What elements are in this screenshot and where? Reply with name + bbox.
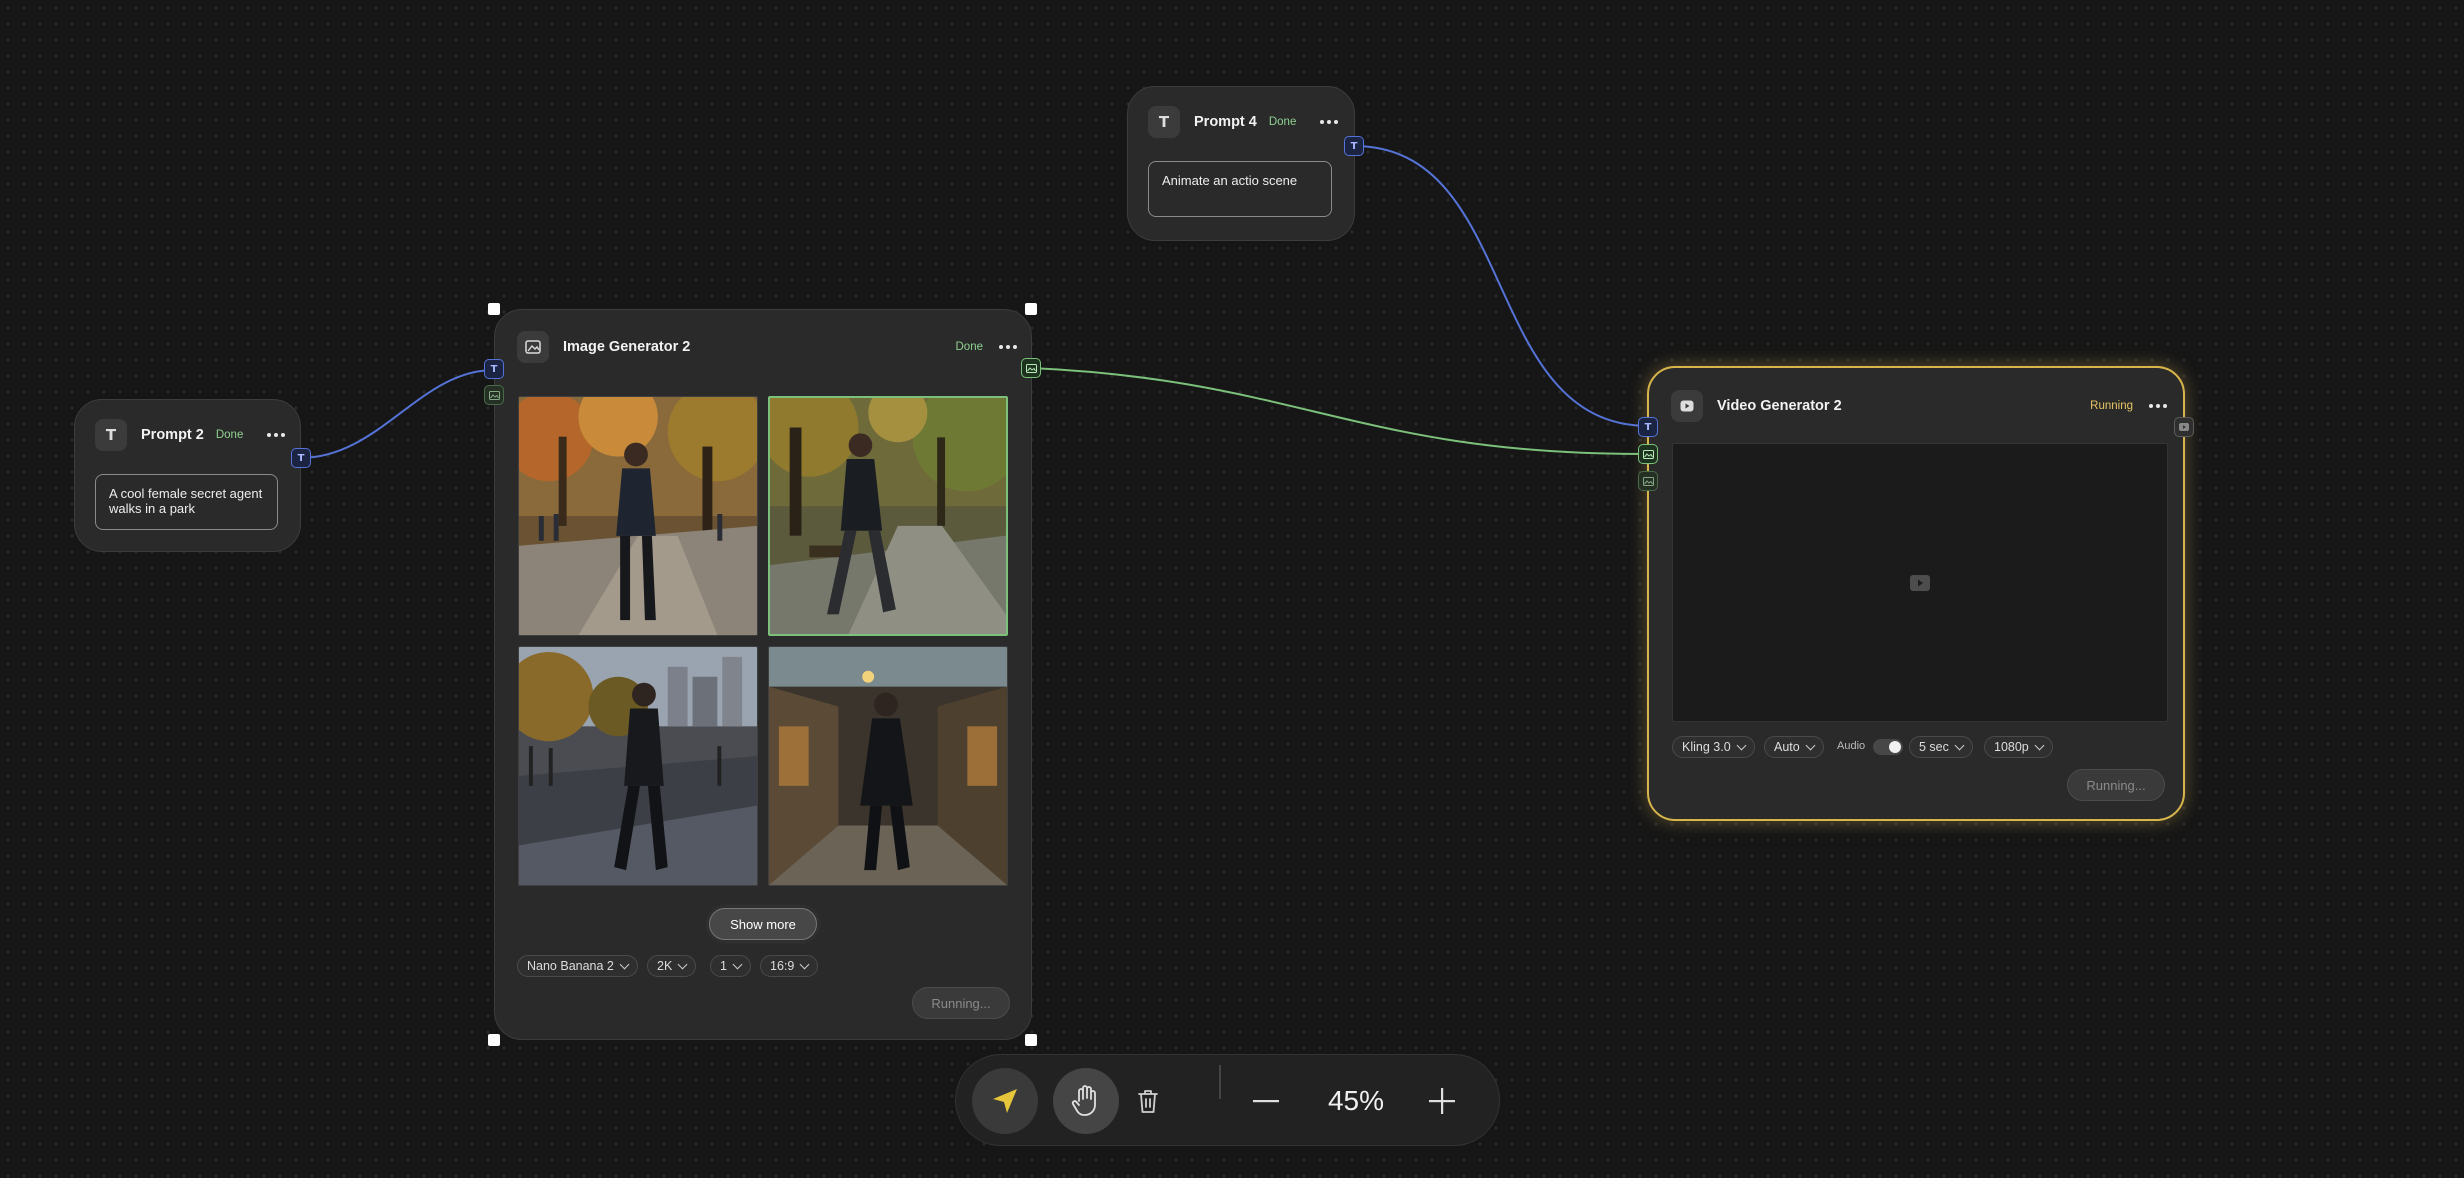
model-select-value: Nano Banana 2 — [527, 959, 614, 973]
hand-icon — [1071, 1085, 1096, 1116]
status-badge: Done — [215, 429, 244, 441]
status-badge: Running — [2090, 400, 2133, 412]
count-select-value: 1 — [720, 959, 727, 973]
video-generator-end-frame-port[interactable] — [1638, 471, 1658, 491]
audio-toggle-knob — [1889, 741, 1901, 753]
more-options-icon[interactable] — [267, 433, 286, 437]
selection-handle-top-left[interactable] — [488, 303, 500, 315]
chevron-down-icon — [677, 959, 688, 969]
generated-image[interactable] — [518, 396, 758, 636]
video-preview — [1672, 443, 2168, 722]
show-more-button[interactable]: Show more — [709, 908, 817, 940]
chevron-down-icon — [1805, 740, 1816, 750]
duration-select-value: 5 sec — [1919, 740, 1949, 754]
image-icon — [1025, 363, 1037, 373]
agent-cobblestone-arcade-image — [769, 647, 1007, 885]
prompt-4-node[interactable]: T Prompt 4 Done Animate an actio scene — [1127, 86, 1355, 241]
delete-button[interactable] — [1128, 1081, 1168, 1121]
video-generator-text-input-port[interactable]: T — [1638, 417, 1658, 437]
zoom-out-button[interactable] — [1246, 1081, 1286, 1121]
model-select[interactable]: Nano Banana 2 — [517, 955, 638, 977]
image-icon — [517, 331, 549, 363]
bottom-toolbar: 45% — [955, 1054, 1500, 1146]
agent-in-autumn-park-image — [519, 397, 757, 635]
wire-image-generator-to-video-generator — [1030, 367, 1649, 456]
text-icon: T — [95, 419, 127, 451]
generated-image-selected[interactable] — [768, 396, 1008, 636]
selection-handle-bottom-left[interactable] — [488, 1034, 500, 1046]
image-icon — [1642, 476, 1654, 486]
generated-image[interactable] — [768, 646, 1008, 886]
video-resolution-select-value: 1080p — [1994, 740, 2029, 754]
agent-walking-park-path-image — [770, 398, 1006, 634]
image-generator-image-input-port[interactable] — [484, 385, 504, 405]
more-options-icon[interactable] — [999, 345, 1017, 349]
wire-prompt2-to-image-generator — [299, 369, 495, 459]
run-button[interactable]: Running... — [2067, 769, 2165, 801]
node-title: Prompt 2 — [141, 427, 204, 443]
video-generator-output-port[interactable] — [2174, 417, 2194, 437]
count-select[interactable]: 1 — [710, 955, 751, 977]
send-tool-button[interactable] — [972, 1068, 1038, 1134]
chevron-down-icon — [619, 959, 630, 969]
more-options-icon[interactable] — [1320, 120, 1339, 124]
aspect-ratio-select[interactable]: 16:9 — [760, 955, 819, 977]
video-resolution-select[interactable]: 1080p — [1984, 736, 2053, 758]
prompt-4-output-port[interactable]: T — [1344, 136, 1364, 156]
chevron-down-icon — [1736, 740, 1747, 750]
video-model-select-value: Kling 3.0 — [1682, 740, 1731, 754]
video-generator-node[interactable]: Video Generator 2 Running Kling 3.0 Auto… — [1647, 366, 2185, 821]
chevron-down-icon — [732, 959, 743, 969]
prompt-2-output-port[interactable]: T — [291, 448, 311, 468]
duration-select[interactable]: 5 sec — [1909, 736, 1973, 758]
resolution-select[interactable]: 2K — [647, 955, 697, 977]
trash-icon — [1138, 1090, 1158, 1113]
agent-wet-city-park-image — [519, 647, 757, 885]
zoom-in-button[interactable] — [1422, 1081, 1462, 1121]
wire-prompt4-to-video-generator — [1353, 145, 1649, 427]
image-generator-node[interactable]: Image Generator 2 Done Show more Nano Ba… — [494, 309, 1032, 1040]
hand-tool-button[interactable] — [1053, 1068, 1119, 1134]
video-mode-select[interactable]: Auto — [1764, 736, 1824, 758]
chevron-down-icon — [1954, 740, 1965, 750]
aspect-ratio-select-value: 16:9 — [770, 959, 795, 973]
video-icon — [1671, 390, 1703, 422]
prompt-2-node[interactable]: T Prompt 2 Done A cool female secret age… — [74, 399, 301, 552]
prompt-text-field[interactable]: A cool female secret agent walks in a pa… — [95, 474, 278, 530]
video-model-select[interactable]: Kling 3.0 — [1672, 736, 1755, 758]
image-icon — [488, 390, 500, 400]
image-icon — [1642, 449, 1654, 459]
node-title: Prompt 4 — [1194, 114, 1257, 130]
chevron-down-icon — [2034, 740, 2045, 750]
plus-icon — [1429, 1088, 1455, 1114]
minus-icon — [1253, 1100, 1279, 1103]
run-button[interactable]: Running... — [912, 987, 1010, 1019]
image-generator-text-input-port[interactable]: T — [484, 359, 504, 379]
video-placeholder-icon — [1910, 574, 1930, 591]
node-title: Video Generator 2 — [1717, 398, 1842, 414]
chevron-down-icon — [799, 959, 810, 969]
toolbar-divider — [1219, 1065, 1221, 1099]
video-icon — [2179, 423, 2189, 431]
video-generator-image-input-port[interactable] — [1638, 444, 1658, 464]
node-title: Image Generator 2 — [563, 339, 691, 355]
selection-handle-bottom-right[interactable] — [1025, 1034, 1037, 1046]
selection-handle-top-right[interactable] — [1025, 303, 1037, 315]
status-badge: Done — [955, 341, 984, 353]
resolution-select-value: 2K — [657, 959, 673, 973]
image-generator-output-port[interactable] — [1021, 358, 1041, 378]
prompt-text-field[interactable]: Animate an actio scene — [1148, 161, 1332, 217]
generated-image[interactable] — [518, 646, 758, 886]
text-icon: T — [1148, 106, 1180, 138]
audio-toggle[interactable] — [1873, 739, 1903, 755]
video-mode-select-value: Auto — [1774, 740, 1800, 754]
zoom-level: 45% — [1327, 1085, 1385, 1116]
audio-label: Audio — [1837, 740, 1866, 752]
status-badge: Done — [1268, 116, 1297, 128]
send-arrow-icon — [993, 1089, 1017, 1113]
more-options-icon[interactable] — [2149, 404, 2167, 408]
